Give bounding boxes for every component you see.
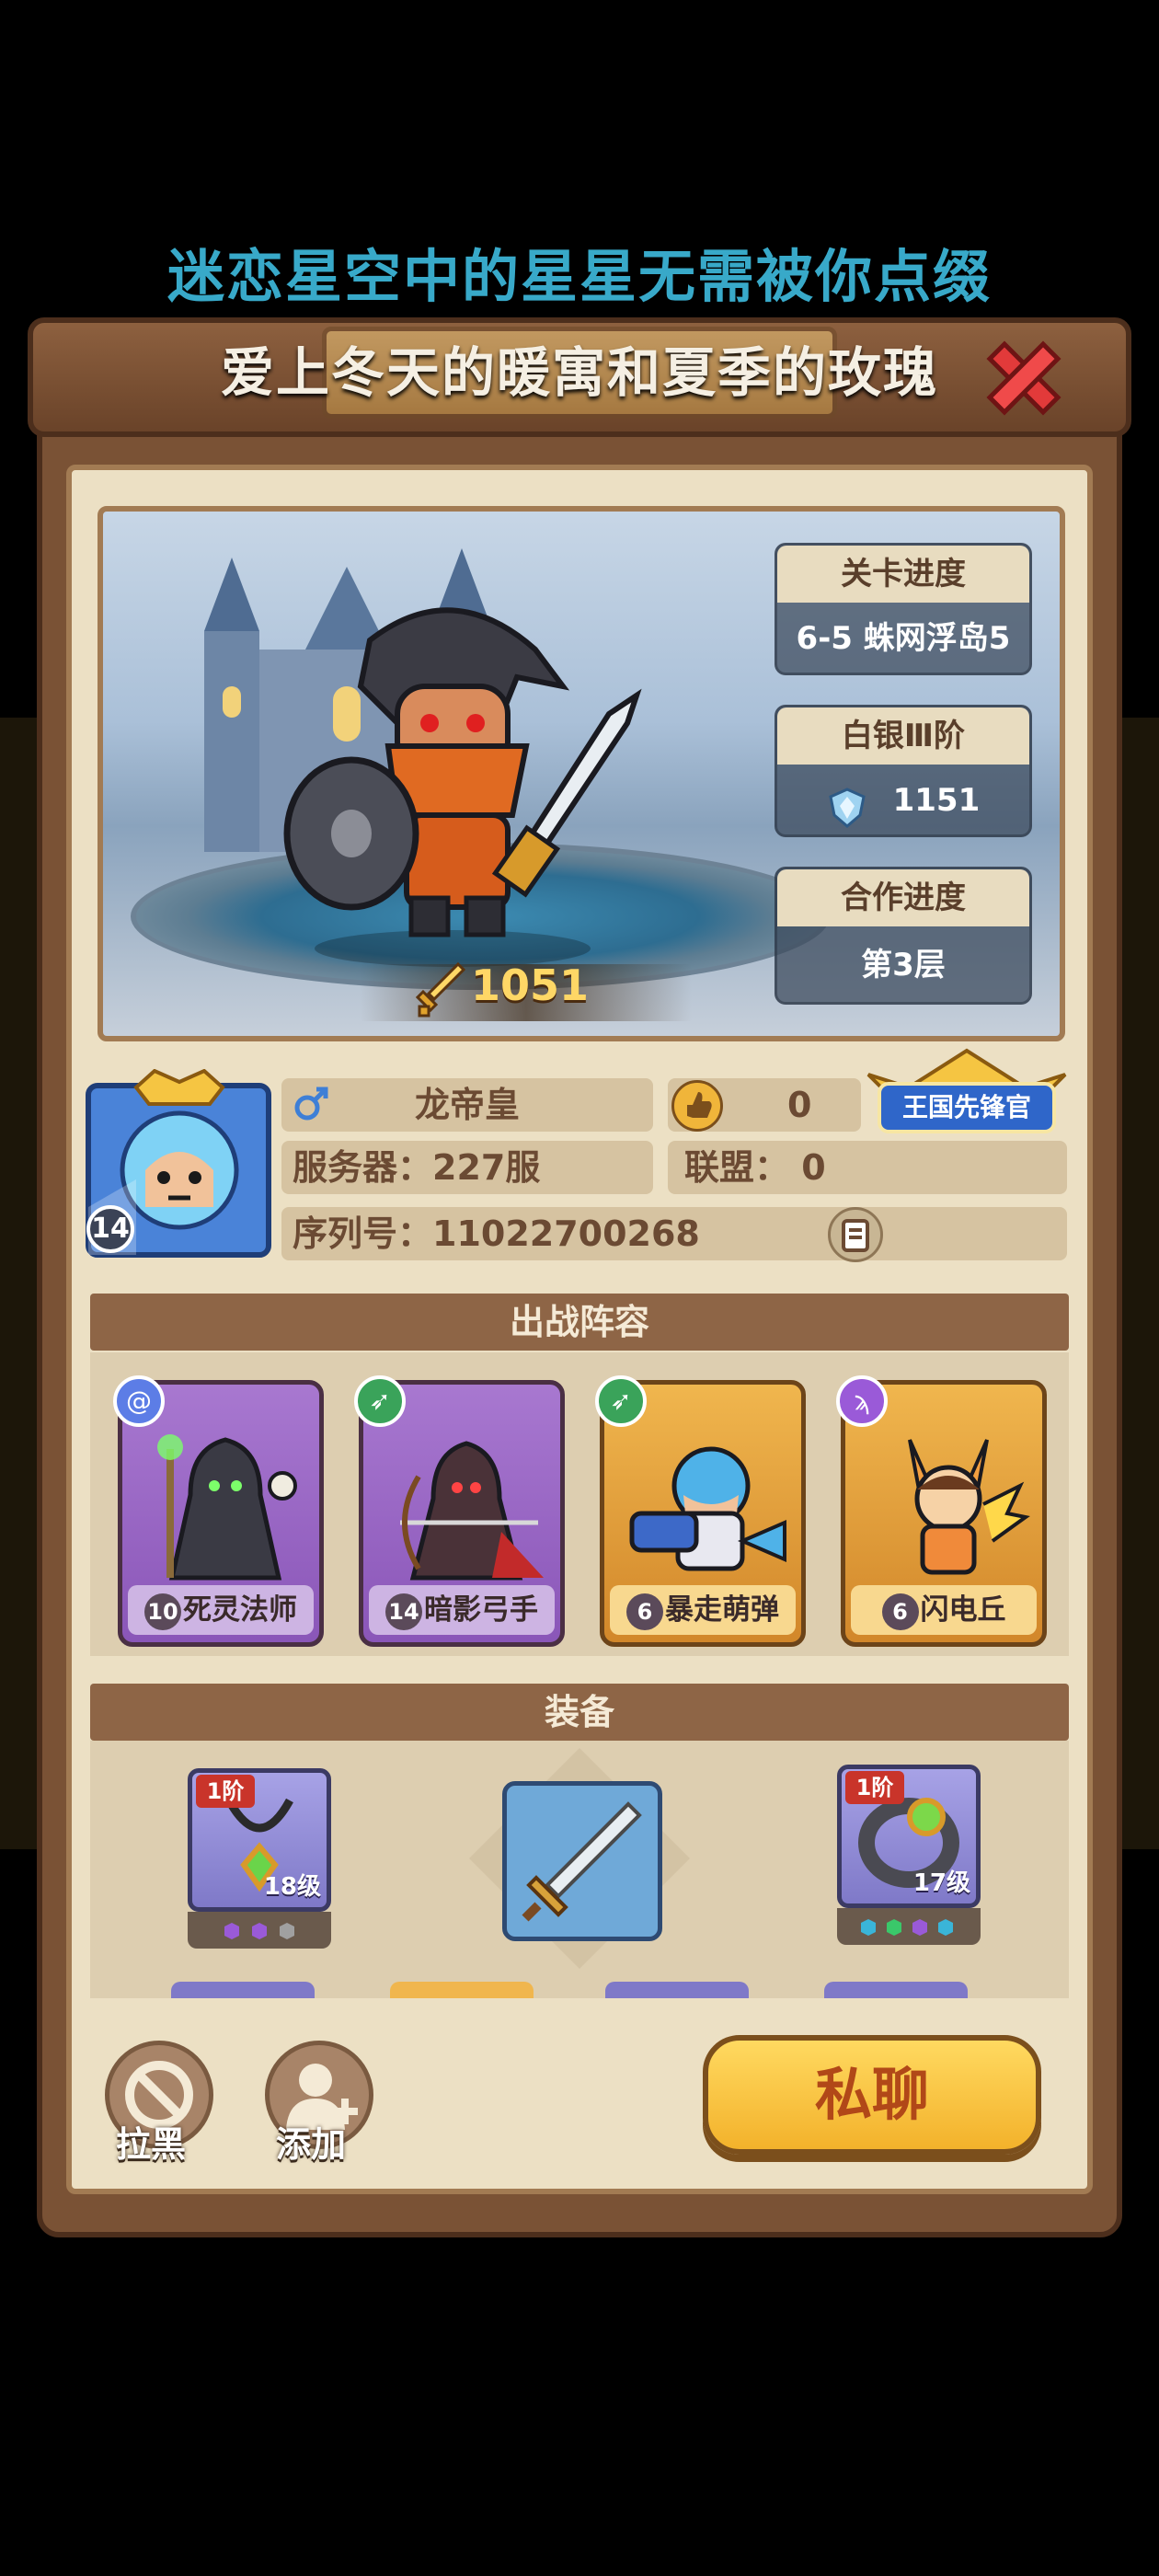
- hero-scene: 1051 关卡进度 6-5 蛛网浮岛5 白银Ⅲ阶 1151 合作进度 第3层: [98, 506, 1065, 1041]
- thumbs-up-icon[interactable]: [671, 1080, 723, 1132]
- lyric-line-2: 爱上冬天的暖寓和夏季的玫瑰: [220, 341, 938, 404]
- name-field: 龙帝皇: [281, 1078, 653, 1132]
- shadow-archer-art: [400, 1441, 544, 1581]
- equip-ring[interactable]: 1阶 17级: [837, 1765, 982, 1947]
- coop-progress-title: 合作进度: [777, 869, 1029, 926]
- wand-icon: ϡ: [836, 1375, 888, 1427]
- coop-progress-box: 合作进度 第3层: [775, 867, 1032, 1005]
- serial-field: 序列号：11022700268: [281, 1207, 1067, 1260]
- equip-rank: 1阶: [845, 1771, 904, 1804]
- serial-number: 序列号：11022700268: [293, 1213, 700, 1254]
- power-value: 1051: [471, 960, 590, 1010]
- equip-slot: [502, 1781, 662, 1941]
- server-field: 服务器：227服: [281, 1141, 653, 1194]
- avatar-level: 14: [91, 1213, 130, 1245]
- coop-progress-value: 第3层: [861, 947, 946, 983]
- hero-level: 6: [626, 1593, 663, 1630]
- alliance-field: 联盟： 0: [668, 1141, 1067, 1194]
- rank-title: 白银Ⅲ阶: [777, 707, 1029, 765]
- lineup-header: 出战阵容: [90, 1294, 1069, 1351]
- player-name: 龙帝皇: [414, 1085, 520, 1125]
- combat-power: 1051: [361, 951, 692, 1029]
- block-label: 拉黑: [116, 2124, 187, 2165]
- private-chat-button[interactable]: 私聊: [703, 2035, 1041, 2155]
- hero-card-lightning-pichu[interactable]: ϡ 6 闪电丘: [836, 1375, 1047, 1647]
- equip-slot-partial: [390, 1982, 534, 1998]
- stage-progress-box: 关卡进度 6-5 蛛网浮岛5: [775, 543, 1032, 675]
- like-count: 0: [787, 1085, 812, 1125]
- hero-level: 10: [144, 1593, 181, 1630]
- equip-necklace[interactable]: 1阶 18级: [188, 1768, 333, 1950]
- add-friend-label: 添加: [276, 2124, 347, 2165]
- equip-weapon[interactable]: [469, 1748, 690, 1969]
- title-badge: 王国先锋官: [859, 1047, 1074, 1141]
- equip-slot-partial: [605, 1982, 749, 1998]
- hero-name: 暗影弓手: [424, 1593, 538, 1627]
- copy-icon: [842, 1219, 869, 1252]
- stage-progress-title: 关卡进度: [777, 546, 1029, 603]
- rank-shield-icon: [827, 782, 867, 828]
- copy-button[interactable]: [828, 1207, 883, 1262]
- hero-card-shadow-archer[interactable]: ➶ 14 暗影弓手: [354, 1375, 565, 1647]
- rampage-bomber-art: [629, 1446, 786, 1571]
- hero-card-rampage-bomber[interactable]: ➶ 6 暴走萌弹: [595, 1375, 806, 1647]
- hero-card-label: 14 暗影弓手: [369, 1585, 555, 1635]
- hero-name: 死灵法师: [183, 1593, 297, 1627]
- equip-level: 18级: [263, 1873, 321, 1901]
- equip-rank: 1阶: [196, 1775, 255, 1808]
- necromancer-art: [157, 1434, 297, 1581]
- lightning-pichu-art: [908, 1439, 1030, 1575]
- equip-slot-partial: [171, 1982, 315, 1998]
- gem-slots: [837, 1908, 981, 1945]
- rank-score: 1151: [892, 782, 981, 819]
- hero-character: [283, 607, 642, 967]
- title-badge-label: 王国先锋官: [901, 1092, 1031, 1122]
- hero-level: 6: [881, 1593, 919, 1630]
- hero-name: 闪电丘: [920, 1593, 1006, 1627]
- hero-card-label: 10 死灵法师: [128, 1585, 314, 1635]
- hero-name: 暴走萌弹: [665, 1593, 779, 1627]
- hero-level: 14: [385, 1593, 422, 1630]
- equip-slot: 1阶 17级: [837, 1765, 981, 1908]
- avatar-level-badge: 14: [86, 1205, 134, 1253]
- hero-card-label: 6 暴走萌弹: [610, 1585, 796, 1635]
- hero-card-label: 6 闪电丘: [851, 1585, 1037, 1635]
- player-avatar[interactable]: 14: [81, 1068, 278, 1262]
- equipment-header: 装备: [90, 1684, 1069, 1741]
- bow-icon: ➶: [595, 1375, 647, 1427]
- equip-level: 17级: [912, 1869, 970, 1897]
- rank-box: 白银Ⅲ阶 1151: [775, 705, 1032, 837]
- bow-icon: ➶: [354, 1375, 406, 1427]
- equip-slot: 1阶 18级: [188, 1768, 331, 1912]
- sword-icon: [522, 1801, 642, 1922]
- equip-slot-partial: [824, 1982, 968, 1998]
- gem-slots: [188, 1912, 331, 1949]
- stage-progress-value: 6-5 蛛网浮岛5: [796, 620, 1011, 657]
- like-counter: 0: [668, 1078, 861, 1132]
- sword-icon: [416, 961, 465, 1018]
- spiral-icon: @: [113, 1375, 165, 1427]
- lyric-line-1: 迷恋星空中的星星无需被你点缀: [166, 243, 992, 310]
- hero-card-necromancer[interactable]: @ 10 死灵法师: [113, 1375, 324, 1647]
